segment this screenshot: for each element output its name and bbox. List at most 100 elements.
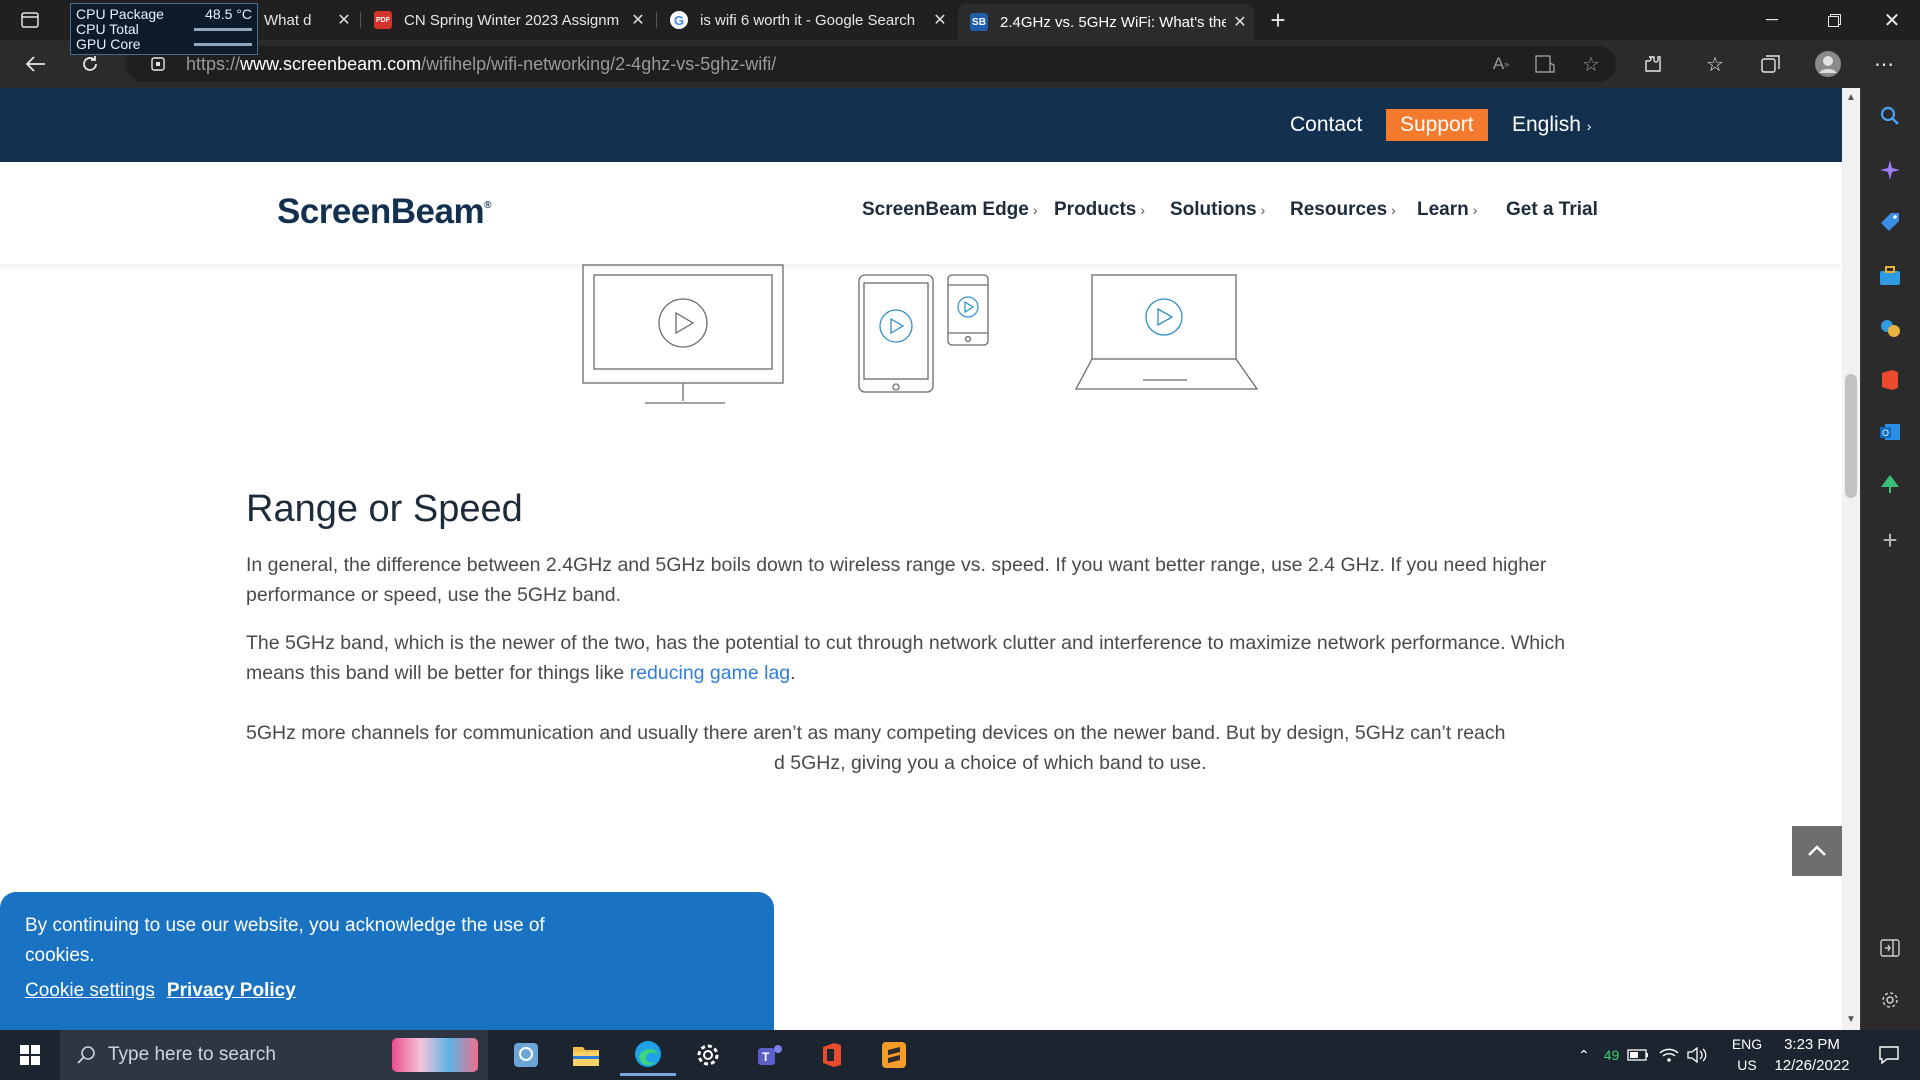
google-icon: G bbox=[670, 11, 688, 29]
chevron-right-icon: › bbox=[1472, 202, 1478, 218]
edge-browser-icon[interactable] bbox=[620, 1034, 676, 1076]
search-placeholder: Type here to search bbox=[108, 1044, 276, 1065]
search-icon[interactable] bbox=[1868, 94, 1912, 138]
paragraph-text: The 5GHz band, which is the newer of the… bbox=[246, 632, 1566, 684]
tab-screenbeam-active[interactable]: SB 2.4GHz vs. 5GHz WiFi: What's the ✕ bbox=[958, 4, 1254, 40]
settings-gear-icon[interactable] bbox=[1868, 978, 1912, 1022]
web-page: Contact Support English › ScreenBeam® Sc… bbox=[0, 88, 1842, 1030]
back-icon[interactable] bbox=[18, 46, 54, 82]
restore-icon[interactable] bbox=[1814, 0, 1854, 40]
site-info-icon[interactable] bbox=[146, 52, 170, 76]
tab-title: CN Spring Winter 2023 Assignm bbox=[404, 11, 620, 29]
scroll-up-arrow-icon[interactable]: ▲ bbox=[1846, 92, 1856, 103]
immersive-reader-icon[interactable] bbox=[1530, 50, 1560, 78]
close-icon[interactable]: ✕ bbox=[1226, 12, 1254, 32]
close-icon[interactable]: ✕ bbox=[330, 10, 358, 30]
windows-start-icon[interactable] bbox=[0, 1030, 60, 1080]
chevron-right-icon: › bbox=[1260, 202, 1266, 218]
system-tray: ⌃ 49 bbox=[1578, 1030, 1707, 1080]
chevron-up-icon bbox=[1808, 845, 1826, 856]
extensions-icon[interactable] bbox=[1638, 50, 1668, 78]
cookie-banner: By continuing to use our website, you ac… bbox=[0, 892, 774, 1030]
language-selector[interactable]: English › bbox=[1512, 109, 1591, 141]
file-explorer-icon[interactable] bbox=[558, 1034, 614, 1076]
page-scrollbar[interactable]: ▲ ▼ bbox=[1842, 88, 1860, 1030]
svg-text:T: T bbox=[762, 1050, 770, 1064]
nav-resources[interactable]: Resources › bbox=[1290, 195, 1396, 225]
privacy-policy-link[interactable]: Privacy Policy bbox=[167, 980, 296, 1002]
svg-text:O: O bbox=[1882, 428, 1889, 438]
close-icon[interactable]: ✕ bbox=[926, 10, 954, 30]
window-close-icon[interactable]: ✕ bbox=[1872, 0, 1912, 40]
url-host: www.screenbeam.com bbox=[240, 54, 422, 74]
tab-bar: What d ✕ PDF CN Spring Winter 2023 Assig… bbox=[0, 0, 1920, 40]
tab-title: 2.4GHz vs. 5GHz WiFi: What's the bbox=[1000, 13, 1226, 31]
reducing-game-lag-link[interactable]: reducing game lag bbox=[630, 662, 790, 684]
more-options-icon[interactable]: ⋯ bbox=[1868, 50, 1900, 78]
outlook-icon[interactable]: O bbox=[1868, 410, 1912, 454]
taskbar-search[interactable]: Type here to search bbox=[60, 1030, 488, 1080]
close-icon[interactable]: ✕ bbox=[624, 10, 652, 30]
copilot-sparkle-icon[interactable] bbox=[1868, 148, 1912, 192]
nav-label: Products bbox=[1054, 199, 1137, 220]
hide-sidebar-icon[interactable] bbox=[1868, 926, 1912, 970]
office-icon[interactable] bbox=[1868, 358, 1912, 402]
settings-gear-icon[interactable] bbox=[680, 1034, 736, 1076]
games-icon[interactable] bbox=[1868, 306, 1912, 350]
search-highlight-icon bbox=[392, 1038, 478, 1072]
sublime-text-icon[interactable] bbox=[866, 1034, 922, 1076]
tab-google-search[interactable]: G is wifi 6 worth it - Google Search ✕ bbox=[658, 0, 954, 40]
url-text[interactable]: https://www.screenbeam.com/wifihelp/wifi… bbox=[186, 52, 776, 76]
nav-screenbeam-edge[interactable]: ScreenBeam Edge › bbox=[862, 195, 1038, 225]
read-aloud-icon[interactable]: A» bbox=[1486, 50, 1516, 78]
minimize-icon[interactable] bbox=[1752, 0, 1792, 40]
nav-get-a-trial[interactable]: Get a Trial bbox=[1506, 195, 1598, 225]
nav-products[interactable]: Products › bbox=[1054, 195, 1145, 225]
shopping-tag-icon[interactable] bbox=[1868, 200, 1912, 244]
tools-briefcase-icon[interactable] bbox=[1868, 254, 1912, 298]
profile-avatar-icon[interactable] bbox=[1812, 48, 1844, 80]
support-button[interactable]: Support bbox=[1386, 109, 1488, 141]
new-tab-icon[interactable]: + bbox=[1262, 4, 1294, 36]
play-icon bbox=[957, 296, 979, 318]
chevron-up-icon[interactable]: ⌃ bbox=[1578, 1047, 1590, 1064]
contact-link[interactable]: Contact bbox=[1290, 109, 1362, 141]
nav-label: Learn bbox=[1417, 199, 1469, 220]
add-icon[interactable]: + bbox=[1868, 518, 1912, 562]
paragraph-range-speed: In general, the difference between 2.4GH… bbox=[246, 554, 1547, 606]
tab-cn-assignment[interactable]: PDF CN Spring Winter 2023 Assignm ✕ bbox=[362, 0, 652, 40]
collections-icon[interactable] bbox=[1756, 50, 1786, 78]
tab-what-d[interactable]: What d ✕ bbox=[258, 0, 358, 40]
taskbar-clock[interactable]: 3:23 PM 12/26/2022 bbox=[1764, 1034, 1860, 1076]
play-icon bbox=[879, 309, 913, 343]
add-favorite-icon[interactable]: ☆ bbox=[1576, 50, 1606, 78]
nav-learn[interactable]: Learn › bbox=[1417, 195, 1477, 225]
favorites-icon[interactable]: ☆ bbox=[1700, 50, 1730, 78]
back-to-top-button[interactable] bbox=[1792, 826, 1842, 876]
notifications-icon[interactable] bbox=[1864, 1034, 1914, 1076]
paragraph-channels: 5GHz more channels for communication and… bbox=[246, 718, 1606, 778]
teams-icon[interactable]: T bbox=[742, 1034, 798, 1076]
battery-level: 49 bbox=[1603, 1047, 1620, 1063]
language-label: English bbox=[1512, 113, 1581, 136]
scroll-down-arrow-icon[interactable]: ▼ bbox=[1846, 1014, 1856, 1025]
input-language[interactable]: ENG US bbox=[1727, 1034, 1767, 1076]
tab-actions-icon[interactable] bbox=[14, 6, 46, 34]
overlay-label: CPU Total bbox=[76, 21, 139, 37]
paragraph-line: 5GHz more channels for communication and… bbox=[246, 722, 1506, 744]
scrollbar-thumb[interactable] bbox=[1845, 374, 1857, 498]
tree-icon[interactable] bbox=[1868, 462, 1912, 506]
pdf-icon: PDF bbox=[374, 11, 392, 29]
volume-icon[interactable] bbox=[1687, 1047, 1707, 1063]
office-icon[interactable] bbox=[804, 1034, 860, 1076]
cookie-settings-link[interactable]: Cookie settings bbox=[25, 980, 155, 1002]
utility-bar: Contact Support English › bbox=[0, 88, 1842, 162]
overlay-row: CPU Package 48.5 °C bbox=[76, 7, 252, 22]
photos-app-icon[interactable] bbox=[498, 1034, 554, 1076]
nav-solutions[interactable]: Solutions › bbox=[1170, 195, 1265, 225]
screenbeam-logo[interactable]: ScreenBeam® bbox=[277, 192, 491, 232]
tab-divider bbox=[656, 12, 657, 28]
wifi-icon[interactable] bbox=[1659, 1047, 1679, 1063]
monitor-icon bbox=[582, 264, 784, 404]
battery-icon[interactable] bbox=[1627, 1049, 1649, 1061]
